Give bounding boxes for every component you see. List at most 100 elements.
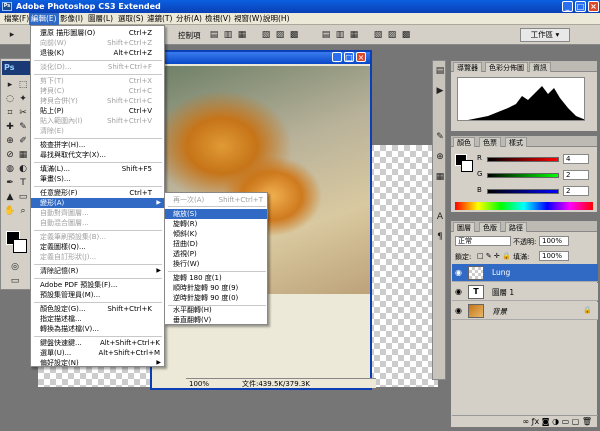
align-top-icon[interactable]: ▤ <box>208 29 220 41</box>
new-layer-icon[interactable]: ▢ <box>572 417 580 426</box>
color-ramp[interactable] <box>455 202 593 210</box>
panel-brushes-icon[interactable]: ✎ <box>434 131 446 143</box>
gradient-icon[interactable]: ▦ <box>17 149 29 161</box>
menu-item-convert-profile[interactable]: 轉換為描述檔(V)... <box>31 324 164 334</box>
eye-icon[interactable]: ◉ <box>455 287 462 296</box>
link-layers-icon[interactable]: ∞ <box>522 417 529 426</box>
stamp-icon[interactable]: ⊕ <box>4 135 16 147</box>
menu-item-clear[interactable]: 清除(E) <box>31 126 164 136</box>
align-left-icon[interactable]: ▤ <box>320 29 332 41</box>
color-g-slider[interactable] <box>487 173 559 178</box>
menu-item-define-brush[interactable]: 定義筆刷預設集(B)... <box>31 232 164 242</box>
menu-help[interactable]: 說明(H) <box>261 13 292 25</box>
menu-item-check-spelling[interactable]: 檢查拼字(H)... <box>31 140 164 150</box>
submenu-item-scale[interactable]: 縮放(S) <box>165 209 267 219</box>
layer-name[interactable]: Lung <box>492 268 510 277</box>
submenu-item-again[interactable]: 再一次(A) Shift+Ctrl+T <box>165 195 267 205</box>
panel-character-icon[interactable]: A <box>434 211 446 223</box>
history-brush-icon[interactable]: ✐ <box>17 135 29 147</box>
blend-mode-select[interactable]: 正常 <box>455 236 511 246</box>
close-button[interactable]: × <box>588 1 599 12</box>
panel-tool-presets-icon[interactable]: ▦ <box>434 171 446 183</box>
menu-file[interactable]: 檔案(F) <box>2 13 31 25</box>
submenu-item-warp[interactable]: 換行(W) <box>165 259 267 269</box>
submenu-item-flip-horizontal[interactable]: 水平翻轉(H) <box>165 305 267 315</box>
workspace-button[interactable]: 工作區 ▾ <box>520 28 570 42</box>
menu-analysis[interactable]: 分析(A) <box>174 13 204 25</box>
path-select-icon[interactable]: ▲ <box>4 191 16 203</box>
minimize-button[interactable]: _ <box>562 1 573 12</box>
menu-item-menus[interactable]: 選單(U)... Alt+Shift+Ctrl+M <box>31 348 164 358</box>
distribute-left-icon[interactable]: ▧ <box>372 29 384 41</box>
tab-swatches[interactable]: 色票 <box>479 137 501 147</box>
tab-histogram[interactable]: 色彩分佈圖 <box>485 62 528 72</box>
slice-icon[interactable]: ✂ <box>17 107 29 119</box>
layer-row[interactable]: ◉ T 圖層 1 <box>452 283 598 301</box>
eye-icon[interactable]: ◉ <box>455 268 462 277</box>
menu-item-keyboard-shortcuts[interactable]: 鍵盤快速鍵... Alt+Shift+Ctrl+K <box>31 338 164 348</box>
menu-item-free-transform[interactable]: 任意變形(F) Ctrl+T <box>31 188 164 198</box>
layer-name[interactable]: 背景 <box>492 306 507 317</box>
doc-minimize-button[interactable]: _ <box>332 52 342 62</box>
menu-item-undo[interactable]: 還原 描形圖層(O) Ctrl+Z <box>31 28 164 38</box>
lasso-icon[interactable]: ◌ <box>4 93 16 105</box>
menu-view[interactable]: 檢視(V) <box>203 13 233 25</box>
shape-icon[interactable]: ▭ <box>17 191 29 203</box>
tab-paths[interactable]: 路徑 <box>505 222 527 232</box>
panel-clone-icon[interactable]: ⊕ <box>434 151 446 163</box>
blur-icon[interactable]: ◍ <box>4 163 16 175</box>
tab-info[interactable]: 資訊 <box>529 62 551 72</box>
menu-item-paste-into[interactable]: 貼入範圍內(I) Shift+Ctrl+V <box>31 116 164 126</box>
lock-icons[interactable]: □ ✎ ✛ 🔒 <box>477 252 511 260</box>
delete-layer-icon[interactable]: 🗑 <box>582 417 592 426</box>
zoom-level[interactable]: 100% <box>189 379 209 389</box>
tab-styles[interactable]: 樣式 <box>505 137 527 147</box>
menu-item-paste[interactable]: 貼上(P) Ctrl+V <box>31 106 164 116</box>
submenu-item-flip-vertical[interactable]: 垂直翻轉(V) <box>165 315 267 325</box>
distribute-right-icon[interactable]: ▩ <box>400 29 412 41</box>
tab-color[interactable]: 顏色 <box>453 137 475 147</box>
menu-item-assign-profile[interactable]: 指定描述檔... <box>31 314 164 324</box>
submenu-item-distort[interactable]: 扭曲(D) <box>165 239 267 249</box>
distribute-icon[interactable]: ▧ <box>260 29 272 41</box>
adjustment-layer-icon[interactable]: ◑ <box>552 417 559 426</box>
color-g-value[interactable]: 2 <box>563 170 589 180</box>
menu-item-pdf-presets[interactable]: Adobe PDF 預設集(F)... <box>31 280 164 290</box>
submenu-item-rotate-90cw[interactable]: 順時針旋轉 90 度(9) <box>165 283 267 293</box>
align-right-icon[interactable]: ▦ <box>348 29 360 41</box>
maximize-button[interactable]: □ <box>575 1 586 12</box>
doc-close-button[interactable]: × <box>356 52 366 62</box>
layer-row[interactable]: ◉ Lung <box>452 264 598 282</box>
menu-item-purge[interactable]: 清除記憶(R) ▶ <box>31 266 164 276</box>
new-group-icon[interactable]: ▭ <box>562 417 570 426</box>
menu-item-preset-manager[interactable]: 預設集管理員(M)... <box>31 290 164 300</box>
move-icon[interactable]: ▸ <box>4 79 16 91</box>
menu-edit[interactable]: 編輯(E) <box>29 13 59 25</box>
menu-item-copy-merged[interactable]: 拷貝合併(Y) Shift+Ctrl+C <box>31 96 164 106</box>
submenu-item-rotate-180[interactable]: 旋轉 180 度(1) <box>165 273 267 283</box>
layer-row[interactable]: ◉ 背景 🔒 <box>452 302 598 320</box>
eye-icon[interactable]: ◉ <box>455 306 462 315</box>
menu-image[interactable]: 影像(I) <box>58 13 85 25</box>
distribute-center-icon[interactable]: ▨ <box>386 29 398 41</box>
distribute-v-icon[interactable]: ▩ <box>288 29 300 41</box>
tab-layers[interactable]: 圖層 <box>453 222 475 232</box>
quick-mask-icon[interactable]: ◎ <box>9 261 21 273</box>
fill-input[interactable]: 100% <box>539 251 569 261</box>
menu-item-auto-blend[interactable]: 自動混合圖層... <box>31 218 164 228</box>
dodge-icon[interactable]: ◐ <box>17 163 29 175</box>
menu-filter[interactable]: 濾鏡(T) <box>145 13 174 25</box>
menu-item-define-pattern[interactable]: 定義圖樣(Q)... <box>31 242 164 252</box>
menu-item-preferences[interactable]: 偏好設定(N) ▶ <box>31 358 164 368</box>
align-bottom-icon[interactable]: ▦ <box>236 29 248 41</box>
background-color-swatch[interactable] <box>13 239 27 253</box>
submenu-item-rotate-90ccw[interactable]: 逆時針旋轉 90 度(0) <box>165 293 267 303</box>
brush-icon[interactable]: ✎ <box>17 121 29 133</box>
magic-wand-icon[interactable]: ✦ <box>17 93 29 105</box>
submenu-item-skew[interactable]: 傾斜(K) <box>165 229 267 239</box>
menu-item-step-forward[interactable]: 向前(W) Shift+Ctrl+Z <box>31 38 164 48</box>
layer-mask-icon[interactable]: ◙ <box>542 417 550 426</box>
menu-select[interactable]: 選取(S) <box>116 13 146 25</box>
doc-maximize-button[interactable]: □ <box>344 52 354 62</box>
layer-style-icon[interactable]: ƒx <box>532 417 540 426</box>
